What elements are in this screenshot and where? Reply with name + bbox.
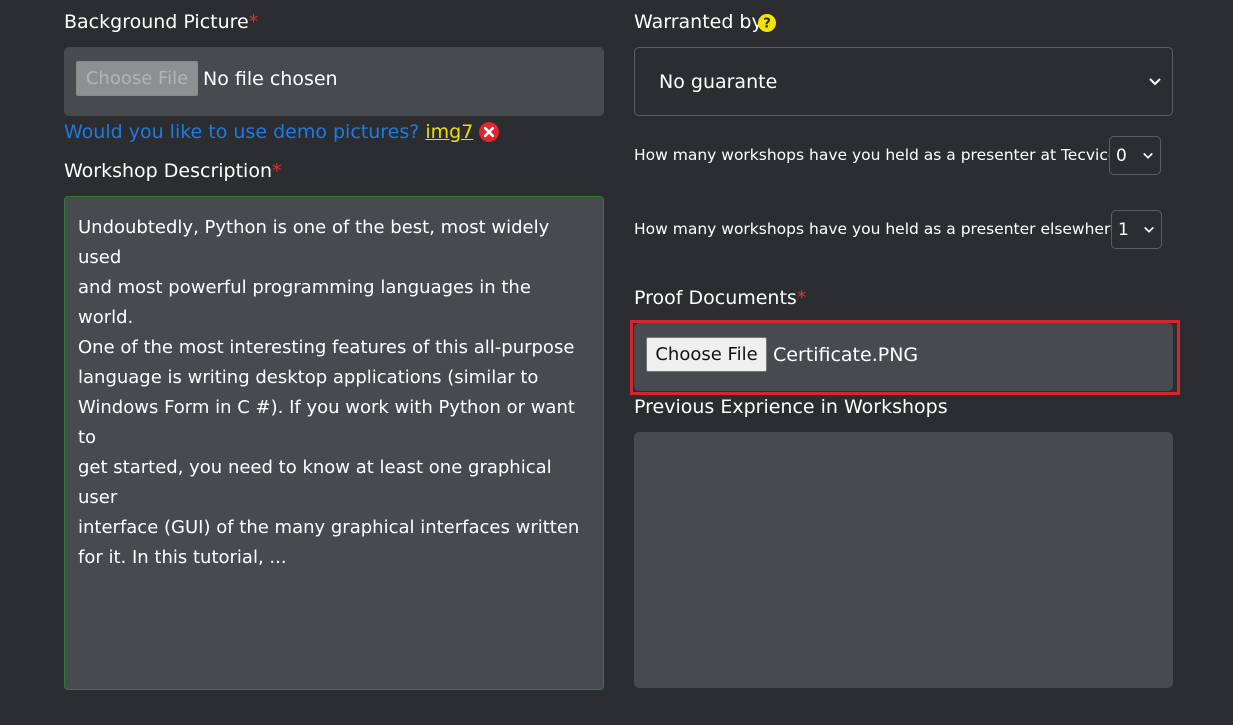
warranted-by-selected: No guarante <box>659 70 778 93</box>
remove-demo-icon[interactable] <box>479 122 500 142</box>
tecvico-workshops-select[interactable]: 0 <box>1109 136 1161 175</box>
demo-pictures-question[interactable]: Would you like to use demo pictures? <box>64 121 419 143</box>
background-choose-file-button[interactable]: Choose File <box>76 61 198 96</box>
background-file-status: No file chosen <box>203 68 338 90</box>
required-mark: * <box>796 287 807 309</box>
workshop-description-label: Workshop Description* <box>64 160 282 182</box>
elsewhere-workshops-label: How many workshops have you held as a pr… <box>634 220 1128 238</box>
chevron-down-icon <box>1149 77 1161 85</box>
warranted-by-label: Warranted by <box>634 11 763 33</box>
proof-documents-highlight <box>630 320 1180 395</box>
chevron-down-icon <box>1144 226 1154 233</box>
svg-text:?: ? <box>763 17 771 32</box>
proof-documents-label: Proof Documents* <box>634 287 807 309</box>
warranted-by-select[interactable]: No guarante <box>634 47 1173 116</box>
demo-pictures-line: Would you like to use demo pictures? img… <box>64 121 500 143</box>
tecvico-workshops-value: 0 <box>1116 145 1127 166</box>
previous-experience-label: Previous Exprience in Workshops <box>634 396 948 418</box>
elsewhere-workshops-select[interactable]: 1 <box>1111 210 1162 249</box>
tecvico-workshops-label: How many workshops have you held as a pr… <box>634 146 1126 164</box>
required-mark: * <box>272 160 282 182</box>
previous-experience-textarea[interactable] <box>634 432 1173 688</box>
help-icon[interactable]: ? <box>758 14 776 32</box>
background-picture-label: Background Picture* <box>64 11 259 33</box>
chevron-down-icon <box>1143 152 1153 159</box>
workshop-description-textarea[interactable]: Undoubtedly, Python is one of the best, … <box>64 196 604 690</box>
required-mark: * <box>248 11 259 33</box>
background-picture-field: Choose File No file chosen <box>64 47 604 116</box>
demo-image-link[interactable]: img7 <box>425 121 473 143</box>
elsewhere-workshops-value: 1 <box>1118 219 1129 240</box>
